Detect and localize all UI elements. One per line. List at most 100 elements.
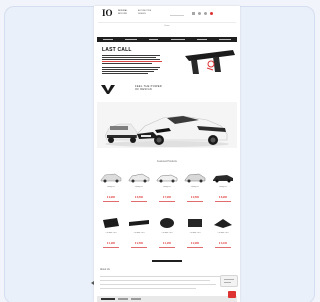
- heart-icon[interactable]: [204, 12, 207, 15]
- header-divider: [98, 22, 236, 23]
- product-card[interactable]: Carbon Part € 1,900: [99, 216, 123, 256]
- product-card[interactable]: Body Kit € 8,900: [211, 170, 235, 210]
- product-price-underline: [187, 201, 203, 202]
- banner-text-line: [102, 59, 160, 60]
- carousel-pager[interactable]: [152, 260, 182, 262]
- breadcrumb[interactable]: Home: [94, 25, 240, 30]
- footer-text-line: [100, 280, 210, 281]
- product-image: [129, 220, 149, 226]
- product-image: [156, 174, 178, 183]
- product-price-underline: [103, 201, 119, 202]
- product-price-underline: [131, 247, 147, 248]
- banner-text-line: [102, 71, 154, 72]
- search-icon[interactable]: [192, 12, 195, 15]
- nav-item[interactable]: [125, 39, 138, 40]
- header-icons: [192, 12, 213, 16]
- site-logo[interactable]: IO: [102, 9, 116, 18]
- banner-slogan: FEEL THE POWER OF DESIGN: [135, 85, 179, 95]
- product-card[interactable]: Carbon Part € 3,100: [211, 216, 235, 256]
- product-price: € 1,200: [163, 242, 171, 245]
- logo-word-2: MOTORS: [118, 12, 127, 15]
- user-icon[interactable]: [198, 12, 201, 15]
- logo-wordmark: IMPERIAL MOTORS: [118, 10, 136, 18]
- chat-widget-line: [224, 282, 231, 283]
- product-price: € 2,900: [191, 242, 199, 245]
- banner-text-line: [102, 61, 162, 62]
- product-grid: Body Kit € 9,900 Body Kit € 8,500 Body K…: [99, 170, 235, 256]
- footer-link[interactable]: [118, 298, 128, 300]
- chevron-left-icon[interactable]: [91, 281, 95, 285]
- footer-title: About Us: [100, 268, 110, 271]
- promo-banner[interactable]: LAST CALL FEEL THE POWER OF DESIGN: [97, 44, 237, 106]
- product-price: € 9,500: [191, 196, 199, 199]
- footer-bar: [97, 296, 237, 302]
- product-card[interactable]: Body Kit € 7,900: [155, 170, 179, 210]
- nav-item[interactable]: [196, 39, 207, 40]
- product-price: € 8,500: [135, 196, 143, 199]
- product-image: [214, 219, 232, 228]
- product-price-underline: [215, 247, 231, 248]
- product-image: [160, 218, 174, 228]
- product-image: [128, 173, 150, 183]
- nav-item[interactable]: [149, 39, 159, 40]
- product-price-underline: [103, 247, 119, 248]
- product-price-underline: [215, 201, 231, 202]
- banner-title: LAST CALL: [102, 47, 132, 53]
- product-name: Body Kit: [135, 186, 143, 188]
- product-name: Carbon Part: [161, 232, 173, 234]
- nav-item[interactable]: [170, 39, 185, 40]
- product-card[interactable]: Body Kit € 9,900: [99, 170, 123, 210]
- nav-item[interactable]: [103, 39, 114, 40]
- section-title: Featured Products: [157, 160, 177, 163]
- website-screenshot[interactable]: IO IMPERIAL MOTORS AUTOMOTIVE DESIGN Hom…: [94, 6, 240, 302]
- product-name: Body Kit: [219, 186, 227, 188]
- product-name: Carbon Part: [133, 232, 145, 234]
- footer-link[interactable]: [131, 298, 141, 300]
- cart-icon[interactable]: [210, 12, 213, 15]
- site-header: IO IMPERIAL MOTORS AUTOMOTIVE DESIGN: [94, 6, 240, 26]
- product-price: € 8,900: [219, 196, 227, 199]
- car-illustration: [97, 102, 237, 148]
- product-image: [103, 218, 119, 228]
- product-card[interactable]: Carbon Part € 2,500: [127, 216, 151, 256]
- chat-widget[interactable]: [220, 275, 238, 287]
- footer-text-line: [100, 288, 196, 289]
- product-name: Body Kit: [191, 186, 199, 188]
- banner-text-line: [102, 55, 160, 56]
- product-price: € 3,100: [219, 242, 227, 245]
- nav-item[interactable]: [218, 39, 231, 40]
- product-price-underline: [159, 247, 175, 248]
- product-price-underline: [187, 247, 203, 248]
- footer-text-line: [100, 284, 216, 285]
- product-name: Carbon Part: [189, 232, 201, 234]
- product-name: Body Kit: [163, 186, 171, 188]
- product-image: [188, 219, 202, 227]
- slogan-line-2: OF DESIGN: [135, 88, 152, 91]
- banner-text-line: [102, 69, 158, 70]
- chat-widget-line: [224, 279, 234, 280]
- main-navigation: [97, 37, 237, 42]
- product-image: [213, 175, 233, 183]
- tagline: AUTOMOTIVE DESIGN: [138, 10, 164, 18]
- footer-link[interactable]: [101, 298, 115, 300]
- product-name: Carbon Part: [105, 232, 117, 234]
- banner-text-line: [102, 63, 152, 64]
- product-price: € 7,900: [163, 196, 171, 199]
- product-card[interactable]: Carbon Part € 1,200: [155, 216, 179, 256]
- banner-text-line: [102, 57, 156, 58]
- product-price: € 2,500: [135, 242, 143, 245]
- product-image: [100, 173, 122, 183]
- notification-badge[interactable]: [228, 291, 236, 298]
- hero-car-image[interactable]: [97, 102, 237, 148]
- carbon-wing-image: [185, 50, 235, 74]
- product-card[interactable]: Body Kit € 8,500: [127, 170, 151, 210]
- product-price-underline: [131, 201, 147, 202]
- banner-text-line: [102, 73, 148, 74]
- product-name: Body Kit: [107, 186, 115, 188]
- product-card[interactable]: Body Kit € 9,500: [183, 170, 207, 210]
- product-card[interactable]: Carbon Part € 2,900: [183, 216, 207, 256]
- search-input[interactable]: [170, 11, 184, 16]
- brand-emblem-icon: [101, 85, 115, 94]
- footer-text-line: [100, 276, 220, 277]
- tagline-word-2: DESIGN: [138, 12, 146, 15]
